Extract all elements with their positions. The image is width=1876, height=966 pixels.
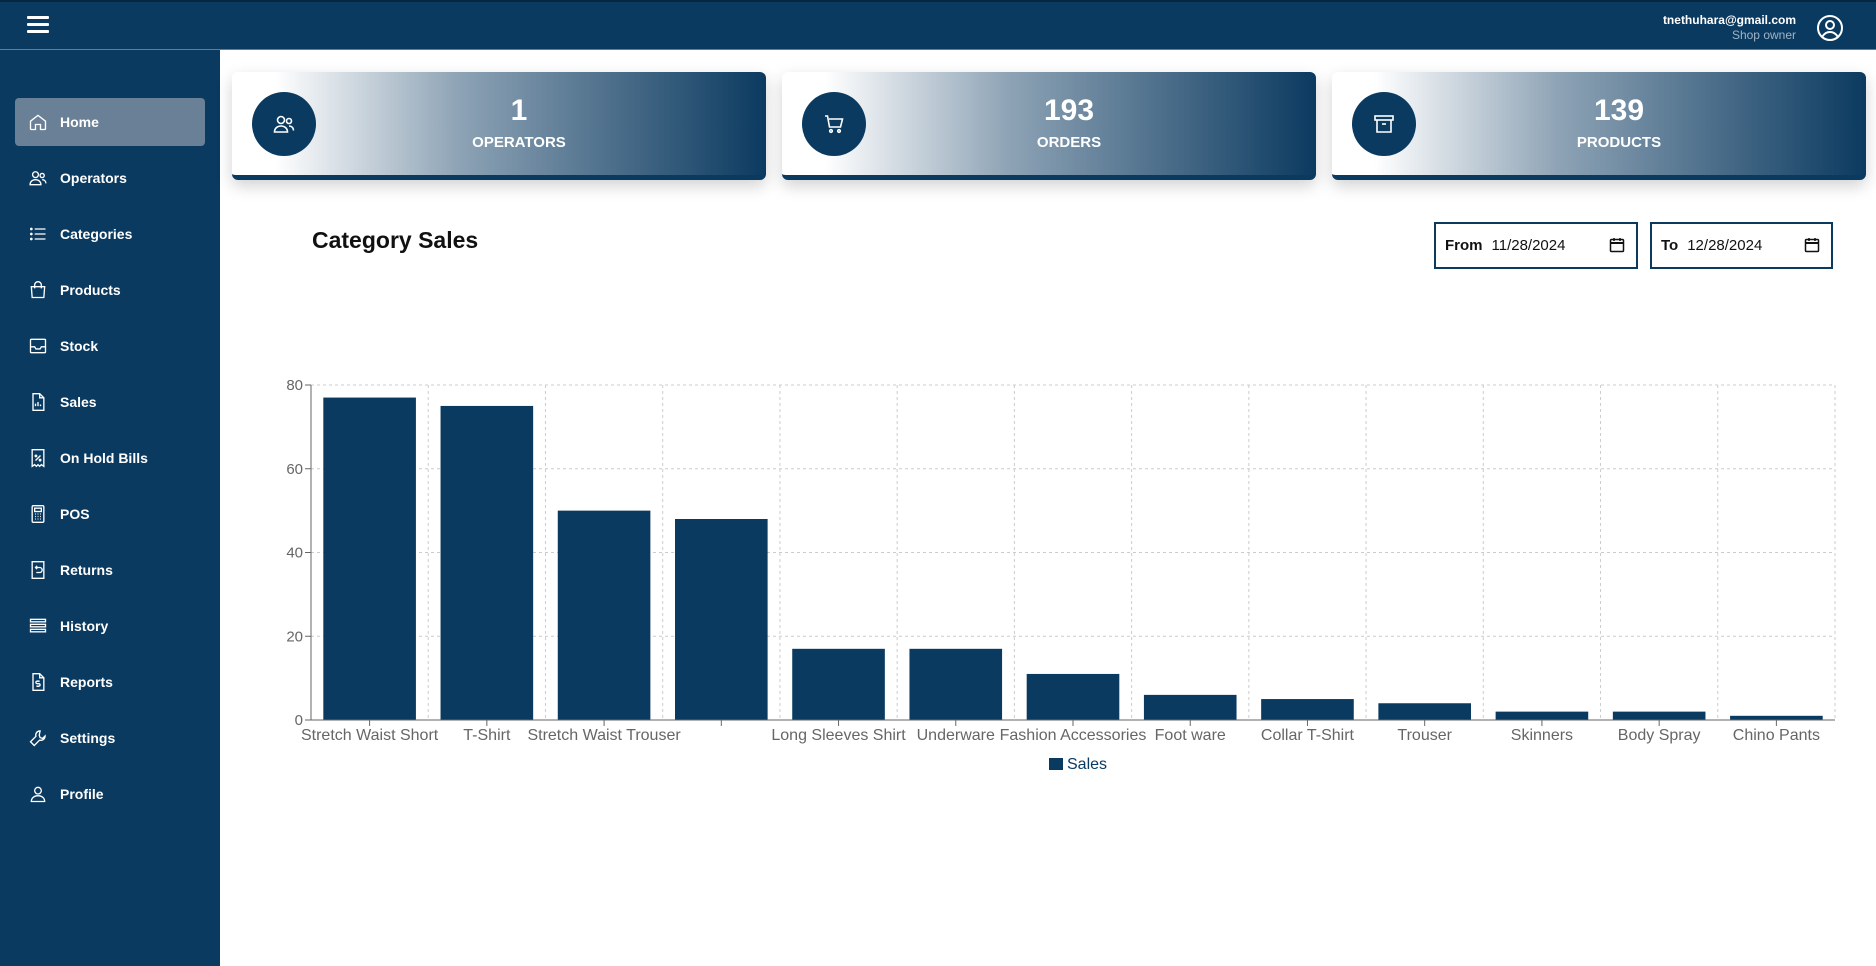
from-label: From — [1445, 237, 1483, 254]
shopping-bag-icon — [28, 280, 48, 300]
bar — [1495, 711, 1589, 720]
user-info: tnethuhara@gmail.com Shop owner — [1663, 13, 1796, 43]
sidebar-item-sales[interactable]: Sales — [15, 378, 205, 426]
sidebar-item-on-hold-bills[interactable]: On Hold Bills — [15, 434, 205, 482]
x-tick-label: Trouser — [1397, 727, 1452, 744]
users-icon — [28, 168, 48, 188]
sidebar-item-label: Home — [60, 114, 99, 130]
sidebar-item-label: Operators — [60, 170, 127, 186]
user-circle-icon[interactable] — [1816, 14, 1844, 42]
sidebar-nav: Home Operators Categories Products Stock… — [15, 98, 205, 826]
wrench-icon — [28, 728, 48, 748]
to-date-field[interactable]: To 12/28/2024 — [1650, 222, 1833, 269]
inbox-icon — [28, 336, 48, 356]
bar — [1730, 715, 1823, 720]
sidebar: Home Operators Categories Products Stock… — [0, 50, 220, 966]
bar-chart-svg: 020406080Stretch Waist Short T-Shirt Stret… — [286, 377, 1836, 773]
sidebar-item-label: Settings — [60, 730, 116, 746]
sidebar-item-profile[interactable]: Profile — [15, 770, 205, 818]
bar — [1612, 711, 1706, 720]
to-date-value[interactable]: 12/28/2024 — [1687, 237, 1762, 254]
sidebar-item-categories[interactable]: Categories — [15, 210, 205, 258]
bar — [792, 648, 885, 720]
sidebar-item-products[interactable]: Products — [15, 266, 205, 314]
stat-value: 1 — [510, 94, 528, 127]
x-tick-label: Collar T-Shirt — [1261, 727, 1355, 744]
bar — [909, 648, 1003, 720]
home-icon — [28, 112, 48, 132]
to-label: To — [1661, 237, 1679, 254]
x-tick-label: Long Sleeves Shirt — [771, 727, 906, 744]
sidebar-item-reports[interactable]: Reports — [15, 658, 205, 706]
stat-value: 193 — [1043, 94, 1095, 127]
bar — [1261, 699, 1354, 720]
legend-swatch — [1049, 758, 1063, 770]
sidebar-item-returns[interactable]: Returns — [15, 546, 205, 594]
x-tick-label: Chino Pants — [1733, 727, 1820, 744]
x-tick-label: T-Shirt — [463, 727, 511, 744]
sidebar-item-label: Reports — [60, 674, 113, 690]
sidebar-item-label: POS — [60, 506, 90, 522]
user-email: tnethuhara@gmail.com — [1662, 13, 1796, 27]
x-tick-label: Stretch Waist Trouser — [527, 727, 681, 744]
list-icon — [28, 224, 48, 244]
x-tick-label: Underware — [917, 727, 995, 744]
bar — [440, 405, 534, 720]
from-date-value[interactable]: 11/28/2024 — [1492, 237, 1566, 254]
bar — [1378, 703, 1471, 720]
y-tick-label: 20 — [286, 628, 303, 645]
sidebar-item-settings[interactable]: Settings — [15, 714, 205, 762]
bar — [557, 510, 651, 720]
sidebar-item-label: Returns — [60, 562, 113, 578]
top-bar: tnethuhara@gmail.com Shop owner — [0, 0, 1876, 50]
sidebar-item-label: Profile — [60, 786, 104, 802]
x-tick-label: Stretch Waist Short — [301, 727, 439, 744]
calculator-icon — [28, 504, 48, 524]
file-chart-icon — [28, 392, 48, 412]
sidebar-item-pos[interactable]: POS — [15, 490, 205, 538]
category-sales-chart: 0 20 40 60 80 Stretch Waist Short T-Shirt Stret… — [270, 370, 1850, 790]
bar — [1143, 694, 1237, 720]
sidebar-item-label: Sales — [60, 394, 97, 410]
sidebar-item-label: History — [60, 618, 109, 634]
stat-label: PRODUCTS — [1576, 134, 1662, 151]
x-tick-label: Fashion Accessories — [1000, 727, 1147, 744]
stat-label: OPERATORS — [472, 134, 566, 151]
y-tick-label: 80 — [286, 377, 303, 394]
x-tick-label: Foot ware — [1155, 727, 1226, 744]
sidebar-item-history[interactable]: History — [15, 602, 205, 650]
bar — [323, 397, 416, 720]
y-tick-label: 60 — [286, 461, 303, 478]
legend-label: Sales — [1067, 756, 1107, 773]
history-icon — [28, 616, 48, 636]
sidebar-item-home[interactable]: Home — [15, 98, 205, 146]
sidebar-item-operators[interactable]: Operators — [15, 154, 205, 202]
stat-card-operators: 1 OPERATORS — [232, 72, 766, 180]
bar — [675, 519, 768, 720]
receipt-percent-icon — [28, 448, 48, 468]
sidebar-item-label: Categories — [60, 226, 133, 242]
y-tick-label: 40 — [286, 545, 303, 562]
user-role: Shop owner — [1731, 28, 1796, 42]
stat-label: ORDERS — [1036, 134, 1102, 151]
bar — [1026, 673, 1120, 720]
sidebar-item-stock[interactable]: Stock — [15, 322, 205, 370]
hamburger-icon[interactable] — [27, 16, 49, 36]
sidebar-item-label: On Hold Bills — [60, 450, 148, 466]
stat-value: 139 — [1593, 94, 1645, 127]
stat-card-orders: 193 ORDERS — [782, 72, 1316, 180]
section-title: Category Sales — [312, 227, 479, 253]
x-tick-label: Skinners — [1511, 727, 1573, 744]
user-icon — [28, 784, 48, 804]
stat-card-products: 139 PRODUCTS — [1332, 72, 1866, 180]
calendar-icon[interactable] — [1804, 237, 1820, 253]
return-icon — [28, 560, 48, 580]
sidebar-item-label: Products — [60, 282, 121, 298]
calendar-icon[interactable] — [1609, 237, 1625, 253]
from-date-field[interactable]: From 11/28/2024 — [1434, 222, 1638, 269]
sidebar-item-label: Stock — [60, 338, 99, 354]
x-tick-label: Body Spray — [1618, 727, 1701, 744]
file-dollar-icon — [28, 672, 48, 692]
